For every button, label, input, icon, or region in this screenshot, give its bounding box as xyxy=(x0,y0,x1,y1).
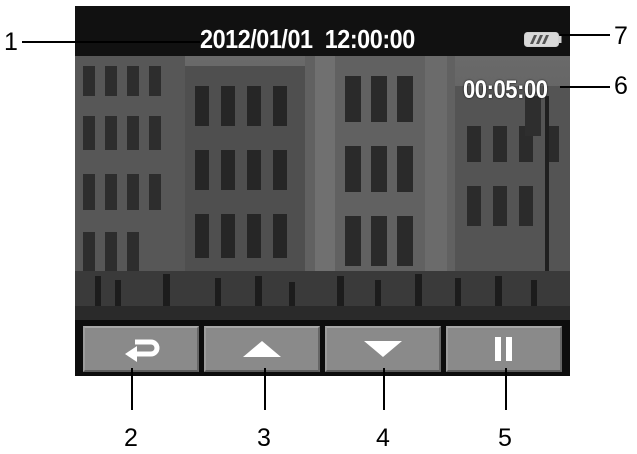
callout-line-5 xyxy=(505,368,507,410)
return-arrow-icon xyxy=(125,339,160,362)
callout-3: 3 xyxy=(257,424,271,452)
datetime-display: 2012/01/01 12:00:00 xyxy=(200,24,415,54)
status-bar: 2012/01/01 12:00:00 xyxy=(75,6,570,56)
callout-line-7 xyxy=(560,34,610,36)
pause-icon xyxy=(495,337,512,361)
back-button[interactable] xyxy=(83,326,199,372)
callout-line-6 xyxy=(560,86,610,88)
callout-7: 7 xyxy=(614,22,628,50)
callout-1: 1 xyxy=(4,28,18,56)
callout-line-1 xyxy=(22,41,200,43)
elapsed-time-display: 00:05:00 xyxy=(463,76,548,104)
callout-6: 6 xyxy=(614,72,628,100)
up-button[interactable] xyxy=(204,326,320,372)
control-button-bar xyxy=(75,320,570,376)
down-triangle-icon xyxy=(364,341,402,357)
callout-line-4 xyxy=(383,368,385,410)
callout-line-3 xyxy=(264,368,266,410)
up-triangle-icon xyxy=(243,341,281,357)
pause-button[interactable] xyxy=(446,326,562,372)
callout-5: 5 xyxy=(498,424,512,452)
callout-4: 4 xyxy=(376,424,390,452)
callout-2: 2 xyxy=(124,424,138,452)
callout-line-2 xyxy=(131,368,133,410)
down-button[interactable] xyxy=(325,326,441,372)
battery-full-icon xyxy=(524,32,562,47)
dashcam-screen: 2012/01/01 12:00:00 00:05:00 xyxy=(75,6,570,376)
